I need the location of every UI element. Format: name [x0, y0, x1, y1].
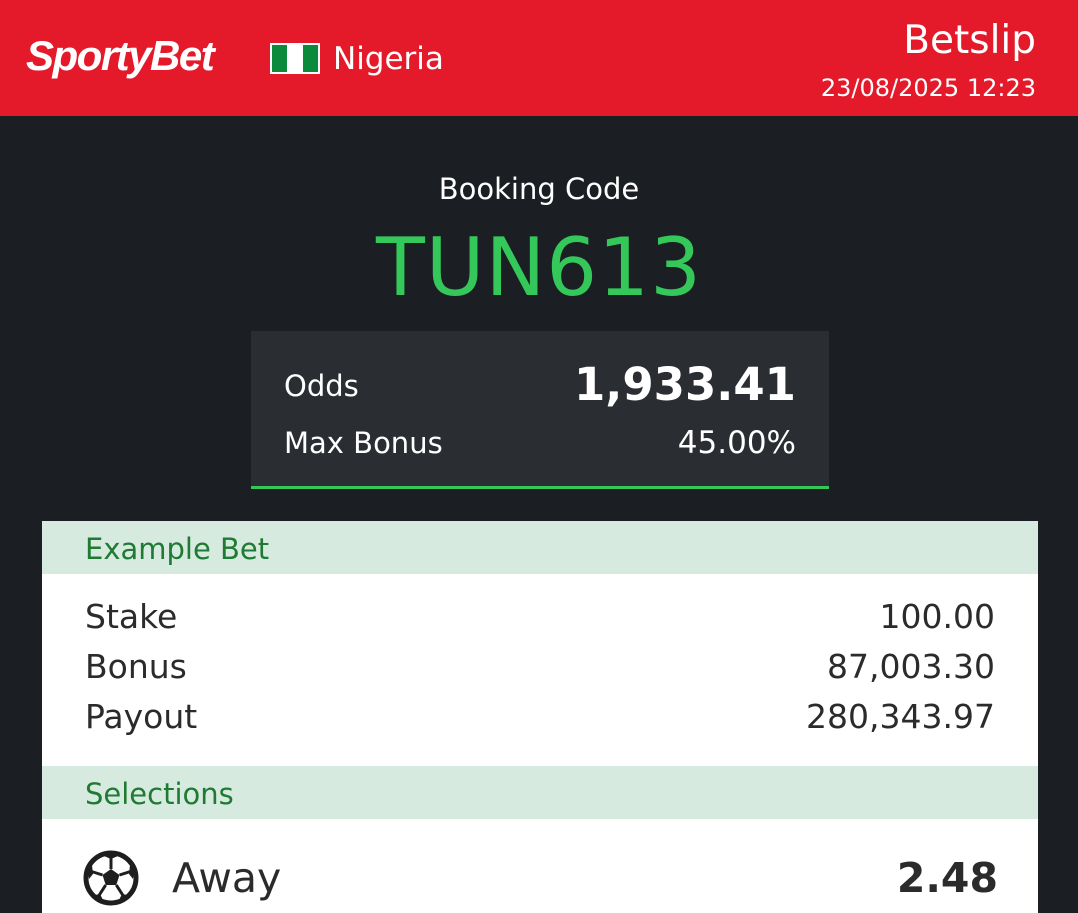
max-bonus-value: 45.00% — [677, 425, 796, 461]
soccer-ball-icon — [83, 850, 139, 906]
payout-label: Payout — [85, 697, 198, 736]
booking-code-label: Booking Code — [438, 172, 640, 206]
stake-row: Stake 100.00 — [42, 595, 1038, 639]
page-title: Betslip — [903, 18, 1036, 63]
payout-row: Payout 280,343.97 — [42, 695, 1038, 739]
example-bet-header: Example Bet — [42, 521, 1038, 574]
selections-heading: Selections — [85, 777, 234, 811]
total-odds-value: 1,933.41 — [573, 358, 796, 411]
example-bet-heading: Example Bet — [85, 532, 270, 566]
bonus-label: Bonus — [85, 647, 187, 686]
selections-header: Selections — [42, 766, 1038, 819]
odds-label: Odds — [284, 369, 359, 403]
stake-label: Stake — [85, 597, 178, 636]
bonus-row: Bonus 87,003.30 — [42, 645, 1038, 689]
max-bonus-label: Max Bonus — [284, 426, 443, 460]
selection-odds: 2.48 — [896, 854, 998, 902]
booking-code[interactable]: TUN613 — [0, 223, 1078, 313]
selection-pick: Away — [172, 854, 282, 902]
odds-summary-box: Odds 1,933.41 Max Bonus 45.00% — [251, 331, 829, 489]
timestamp: 23/08/2025 12:23 — [820, 74, 1036, 102]
selection-item[interactable]: Away 2.48 — [42, 847, 1038, 913]
country-label: Nigeria — [333, 41, 444, 77]
betslip-page: SportyBet Nigeria Betslip 23/08/2025 12:… — [0, 0, 1078, 913]
stake-value: 100.00 — [879, 597, 995, 636]
app-header: SportyBet Nigeria Betslip 23/08/2025 12:… — [0, 0, 1078, 116]
payout-value: 280,343.97 — [806, 697, 995, 736]
bonus-value: 87,003.30 — [827, 647, 995, 686]
nigeria-flag-icon — [270, 43, 320, 74]
betslip-card: Example Bet Stake 100.00 Bonus 87,003.30… — [42, 521, 1038, 913]
sportybet-logo[interactable]: SportyBet — [26, 32, 215, 80]
